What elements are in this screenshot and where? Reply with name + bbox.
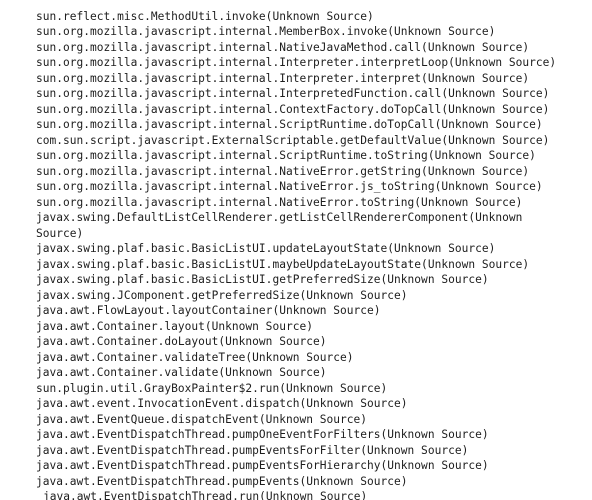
stacktrace-line: java.awt.EventDispatchThread.pumpEvents(…: [36, 474, 408, 488]
stacktrace-line: java.awt.FlowLayout.layoutContainer(Unkn…: [36, 304, 381, 318]
stacktrace-line: java.awt.EventDispatchThread.run(Unknown…: [43, 490, 368, 500]
stacktrace-line: sun.org.mozilla.javascript.internal.Inte…: [36, 56, 557, 70]
stacktrace-line: sun.plugin.util.GrayBoxPainter$2.run(Unk…: [36, 381, 388, 395]
stacktrace-line: java.awt.Container.doLayout(Unknown Sour…: [36, 335, 327, 349]
stacktrace-line: sun.org.mozilla.javascript.internal.Scri…: [36, 149, 536, 163]
stacktrace-line: sun.org.mozilla.javascript.internal.Cont…: [36, 102, 550, 116]
stacktrace-line: sun.org.mozilla.javascript.internal.Nati…: [36, 180, 543, 194]
stacktrace-line: java.awt.event.InvocationEvent.dispatch(…: [36, 397, 408, 411]
stacktrace-line: java.awt.EventDispatchThread.pumpEventsF…: [36, 443, 469, 457]
stacktrace-line: java.awt.EventQueue.dispatchEvent(Unknow…: [36, 412, 368, 426]
stacktrace-line: javax.swing.plaf.basic.BasicListUI.getPr…: [36, 273, 489, 287]
stacktrace-line: javax.swing.plaf.basic.BasicListUI.maybe…: [36, 257, 530, 271]
stacktrace-line: sun.org.mozilla.javascript.internal.Inte…: [36, 87, 550, 101]
stacktrace-line: sun.org.mozilla.javascript.internal.Nati…: [36, 195, 523, 209]
stacktrace-line: javax.swing.JComponent.getPreferredSize(…: [36, 288, 408, 302]
stacktrace-line: sun.org.mozilla.javascript.internal.Scri…: [36, 118, 543, 132]
stacktrace-line: sun.org.mozilla.javascript.internal.Nati…: [36, 164, 530, 178]
stacktrace-line: java.awt.Container.validateTree(Unknown …: [36, 350, 354, 364]
stacktrace-line: com.sun.script.javascript.ExternalScript…: [36, 133, 550, 147]
stacktrace-line: java.awt.Container.validate(Unknown Sour…: [36, 366, 327, 380]
stacktrace-line: java.awt.EventDispatchThread.pumpEventsF…: [36, 459, 489, 473]
stacktrace-line: java.awt.EventDispatchThread.pumpOneEven…: [36, 428, 489, 442]
stacktrace-line: Source): [36, 226, 84, 240]
stacktrace-line: javax.swing.DefaultListCellRenderer.getL…: [36, 211, 523, 225]
stacktrace-panel[interactable]: sun.reflect.misc.MethodUtil.invoke(Unkno…: [0, 0, 592, 500]
stacktrace-line: sun.reflect.misc.MethodUtil.invoke(Unkno…: [36, 10, 374, 23]
stacktrace-line: sun.org.mozilla.javascript.internal.Memb…: [36, 25, 496, 39]
stacktrace-line: java.awt.Container.layout(Unknown Source…: [36, 319, 313, 333]
stacktrace-line: sun.org.mozilla.javascript.internal.Inte…: [36, 71, 530, 85]
stacktrace-line: javax.swing.plaf.basic.BasicListUI.updat…: [36, 242, 496, 256]
stacktrace-line: sun.org.mozilla.javascript.internal.Nati…: [36, 40, 530, 54]
